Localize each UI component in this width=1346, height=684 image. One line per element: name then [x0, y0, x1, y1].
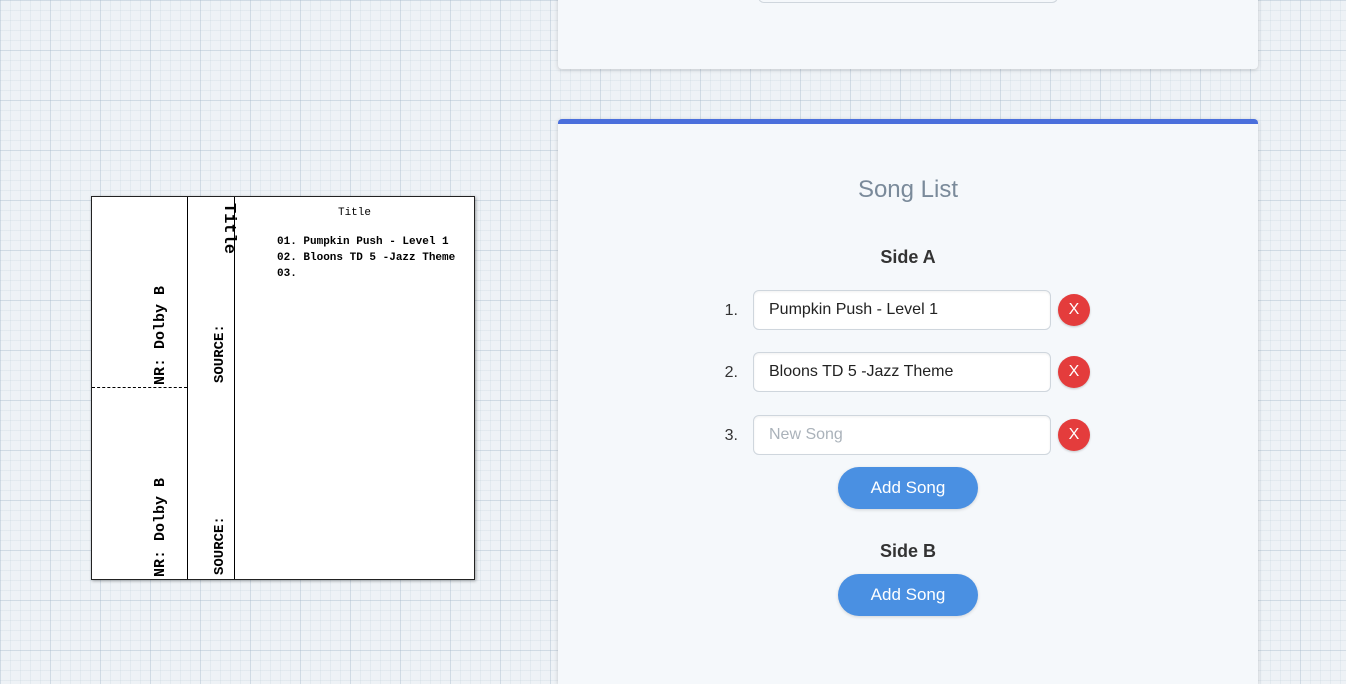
spine-nr-top: NR: Dolby B	[152, 285, 169, 385]
delete-song-button[interactable]: X	[1058, 419, 1090, 451]
add-song-button-side-b[interactable]: Add Song	[838, 574, 978, 616]
song-list-panel: Song List Side A 1. X 2. X 3. X Add Song…	[558, 119, 1258, 684]
spine-nr-bottom: NR: Dolby B	[152, 477, 169, 577]
top-panel-input[interactable]	[758, 0, 1058, 3]
jcard-track: 02. Bloons TD 5 -Jazz Theme	[277, 252, 456, 264]
panel-title: Song List	[857, 176, 959, 203]
song-row: 2. X	[558, 352, 1258, 396]
song-input[interactable]	[753, 352, 1051, 392]
song-input[interactable]	[753, 415, 1051, 455]
spine-fold-line	[92, 387, 187, 388]
delete-song-button[interactable]: X	[1058, 356, 1090, 388]
jcard-track: 03.	[277, 268, 297, 280]
side-a-heading: Side A	[880, 247, 936, 267]
jcard-track: 01. Pumpkin Push - Level 1	[277, 236, 449, 248]
jcard-front: Title 01. Pumpkin Push - Level 1 02. Blo…	[235, 197, 474, 579]
add-song-button-side-a[interactable]: Add Song	[838, 467, 978, 509]
spine-source-bottom: SOURCE:	[212, 516, 228, 575]
spine-source-top: SOURCE:	[212, 324, 228, 383]
top-panel	[558, 0, 1258, 69]
song-number: 1.	[724, 302, 738, 319]
side-b-heading: Side B	[879, 541, 936, 561]
jcard-track-list: 01. Pumpkin Push - Level 1 02. Bloons TD…	[277, 234, 455, 282]
song-input[interactable]	[753, 290, 1051, 330]
jcard-preview: NR: Dolby B NR: Dolby B SOURCE: SOURCE: …	[91, 196, 475, 580]
song-row: 1. X	[558, 290, 1258, 334]
jcard-source-strip: SOURCE: SOURCE:	[188, 197, 235, 579]
delete-song-button[interactable]: X	[1058, 294, 1090, 326]
song-number: 3.	[724, 427, 738, 444]
song-row: 3. X	[558, 415, 1258, 459]
jcard-spine: NR: Dolby B NR: Dolby B	[92, 197, 188, 579]
jcard-title: Title	[337, 207, 371, 219]
song-number: 2.	[724, 364, 738, 381]
